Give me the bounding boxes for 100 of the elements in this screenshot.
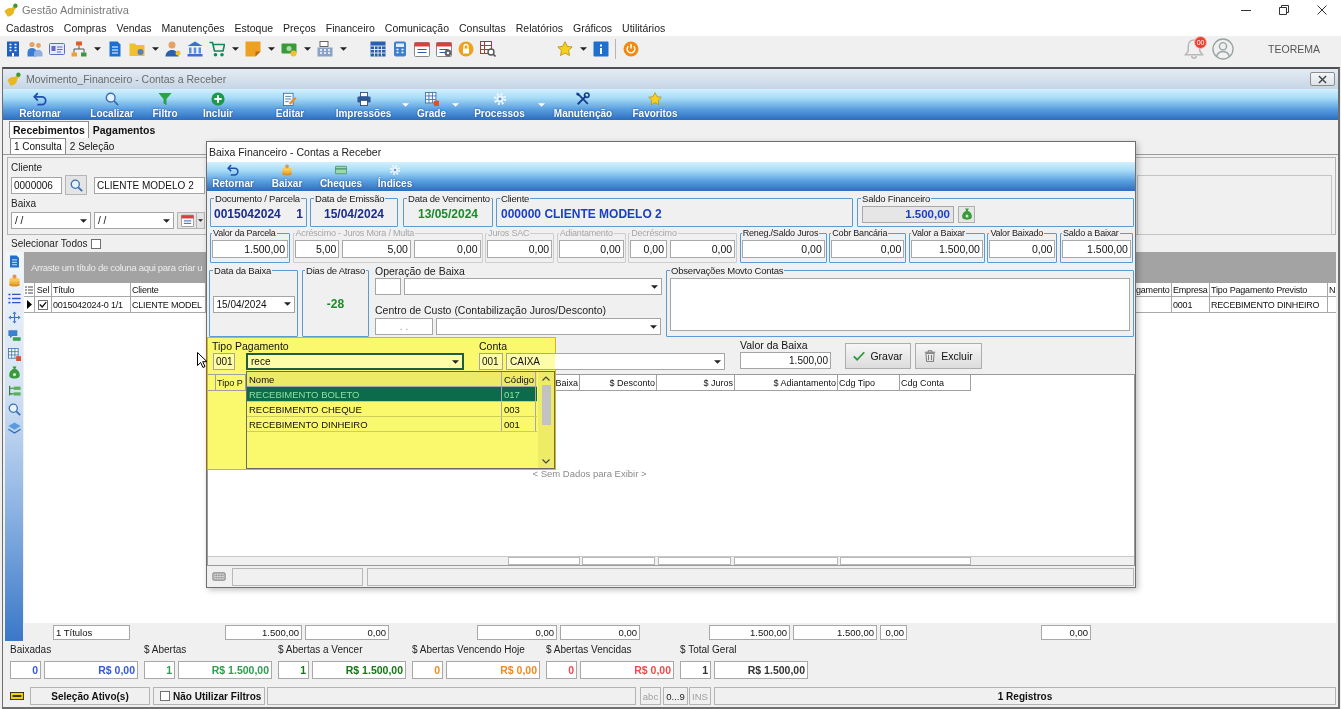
amount-field[interactable]: 0,00: [989, 240, 1056, 258]
checkbox[interactable]: [90, 238, 101, 249]
amount-field[interactable]: 0,00: [831, 240, 905, 258]
field-label: Valor Baixado: [989, 228, 1045, 239]
tab[interactable]: Recebimentos: [9, 121, 89, 138]
input-field[interactable]: 0000006: [11, 176, 62, 194]
column-header[interactable]: $ Juros: [657, 375, 735, 391]
menu-item[interactable]: Consultas: [454, 20, 511, 36]
checkbox[interactable]: [160, 691, 170, 701]
menu-item[interactable]: Relatórios: [510, 20, 568, 36]
column-header[interactable]: [208, 374, 216, 391]
menu-item[interactable]: Vendas: [111, 20, 157, 36]
toolbar-button[interactable]: Retornar: [5, 89, 75, 120]
list-item[interactable]: RECEBIMENTO CHEQUE 003: [247, 402, 537, 417]
tools-icon: [576, 92, 590, 106]
tab[interactable]: 1 Consulta: [10, 138, 66, 154]
menu-item[interactable]: Cadastros: [1, 20, 59, 36]
input-field[interactable]: CLIENTE MODELO 2: [94, 176, 205, 194]
filter-icon: [158, 92, 172, 106]
scroll-up-icon[interactable]: [542, 376, 550, 381]
toolbar-button[interactable]: [7, 310, 21, 324]
toolbar-button[interactable]: Processos: [461, 89, 547, 120]
calendar-button[interactable]: [177, 212, 197, 229]
toolbar-button[interactable]: [477, 38, 499, 60]
dropdown-field[interactable]: [404, 278, 662, 295]
toolbar-button[interactable]: Impressões: [325, 89, 411, 120]
edit-icon: [283, 92, 297, 106]
toolbar-button[interactable]: [7, 347, 21, 361]
input-field[interactable]: 001: [479, 353, 503, 370]
menu-item[interactable]: Utilitários: [617, 20, 671, 36]
amount-field[interactable]: 1.500,00: [212, 240, 288, 258]
dropdown-field[interactable]: CAIXA: [506, 353, 725, 370]
input-field[interactable]: 001: [213, 353, 235, 370]
toolbar-button[interactable]: [7, 255, 21, 268]
scroll-thumb[interactable]: [541, 385, 551, 425]
menu-item[interactable]: Estoque: [229, 20, 279, 36]
toolbar-button[interactable]: Editar: [255, 89, 325, 120]
trash-icon: [924, 350, 937, 362]
toolbar-button[interactable]: Localizar: [75, 89, 149, 120]
amount-field[interactable]: 1.500,00: [1061, 240, 1131, 258]
toolbar-button[interactable]: Incluir: [181, 89, 255, 120]
toolbar-button[interactable]: [7, 421, 21, 435]
column-header[interactable]: Sel: [35, 283, 52, 297]
column-header[interactable]: Cdg Tipo: [838, 375, 900, 391]
card-icon: [8, 689, 26, 703]
tab[interactable]: Pagamentos: [88, 121, 160, 138]
column-header[interactable]: Título: [52, 283, 131, 297]
count-field: 1: [144, 661, 175, 679]
column-header[interactable]: Nome: [247, 372, 502, 386]
toolbar-button[interactable]: Favoritos: [619, 89, 691, 120]
toolbar-button[interactable]: [7, 292, 21, 305]
menu-item[interactable]: Compras: [58, 20, 112, 36]
toolbar-button[interactable]: [7, 403, 21, 416]
menu-item[interactable]: Comunicação: [379, 20, 454, 36]
column-header[interactable]: Cdg Conta: [900, 375, 971, 391]
input-field[interactable]: [375, 278, 401, 295]
list-item[interactable]: RECEBIMENTO DINHEIRO 001: [247, 417, 537, 432]
field-label: Tipo Pagamento: [212, 340, 290, 352]
column-header[interactable]: Tipo Pagamento Previsto: [1210, 283, 1328, 297]
column-header[interactable]: $ Adiantamento: [735, 375, 838, 391]
undo-arrow-icon: [33, 92, 47, 106]
column-header[interactable]: N: [1328, 283, 1336, 297]
list-item[interactable]: RECEBIMENTO BOLETO 017: [247, 387, 537, 402]
amount-field[interactable]: 0,00: [741, 240, 825, 258]
scrollbar[interactable]: [538, 372, 554, 468]
scroll-down-icon[interactable]: [542, 459, 550, 464]
toolbar-button[interactable]: Filtro: [149, 89, 181, 120]
app-title: Gestão Administrativa: [22, 4, 129, 16]
checkbox[interactable]: [38, 299, 48, 310]
toolbar-button[interactable]: [7, 329, 21, 342]
amount-field[interactable]: 1.500,00: [910, 240, 983, 258]
field-label: Conta: [479, 340, 509, 352]
column-header[interactable]: Código: [502, 372, 536, 386]
search-button[interactable]: [65, 175, 87, 195]
save-button[interactable]: Gravar: [845, 343, 911, 369]
field-value: 13/05/2024: [417, 206, 479, 221]
text-area[interactable]: [670, 278, 1130, 331]
date-combo[interactable]: / /: [94, 212, 174, 229]
amount-field: R$ 0,00: [44, 661, 138, 679]
icon-button[interactable]: [958, 205, 975, 223]
delete-button[interactable]: Excluir: [915, 343, 982, 369]
column-header[interactable]: Empresa: [1172, 283, 1210, 297]
menu-item[interactable]: Manutenções: [156, 20, 230, 36]
date-combo[interactable]: 15/04/2024: [212, 295, 295, 313]
date-combo[interactable]: / /: [11, 212, 91, 229]
dropdown-button[interactable]: [197, 212, 205, 229]
toolbar-button[interactable]: Grade: [411, 89, 461, 120]
calendar-icon: [414, 41, 430, 57]
dropdown-field[interactable]: [436, 318, 661, 335]
toolbar-button[interactable]: [7, 384, 21, 398]
menu-item[interactable]: Preços: [278, 20, 321, 36]
input-field[interactable]: 1.500,00: [740, 352, 831, 369]
column-header[interactable]: $ Desconto: [580, 375, 657, 391]
tab[interactable]: 2 Seleção: [65, 138, 119, 154]
toolbar-button[interactable]: Manutenção: [547, 89, 619, 120]
dropdown-field[interactable]: rece: [246, 353, 464, 370]
menu-item[interactable]: Financeiro: [320, 20, 380, 36]
coins-icon: [7, 273, 21, 287]
close-button[interactable]: [1310, 72, 1335, 86]
menu-item[interactable]: Gráficos: [568, 20, 618, 36]
